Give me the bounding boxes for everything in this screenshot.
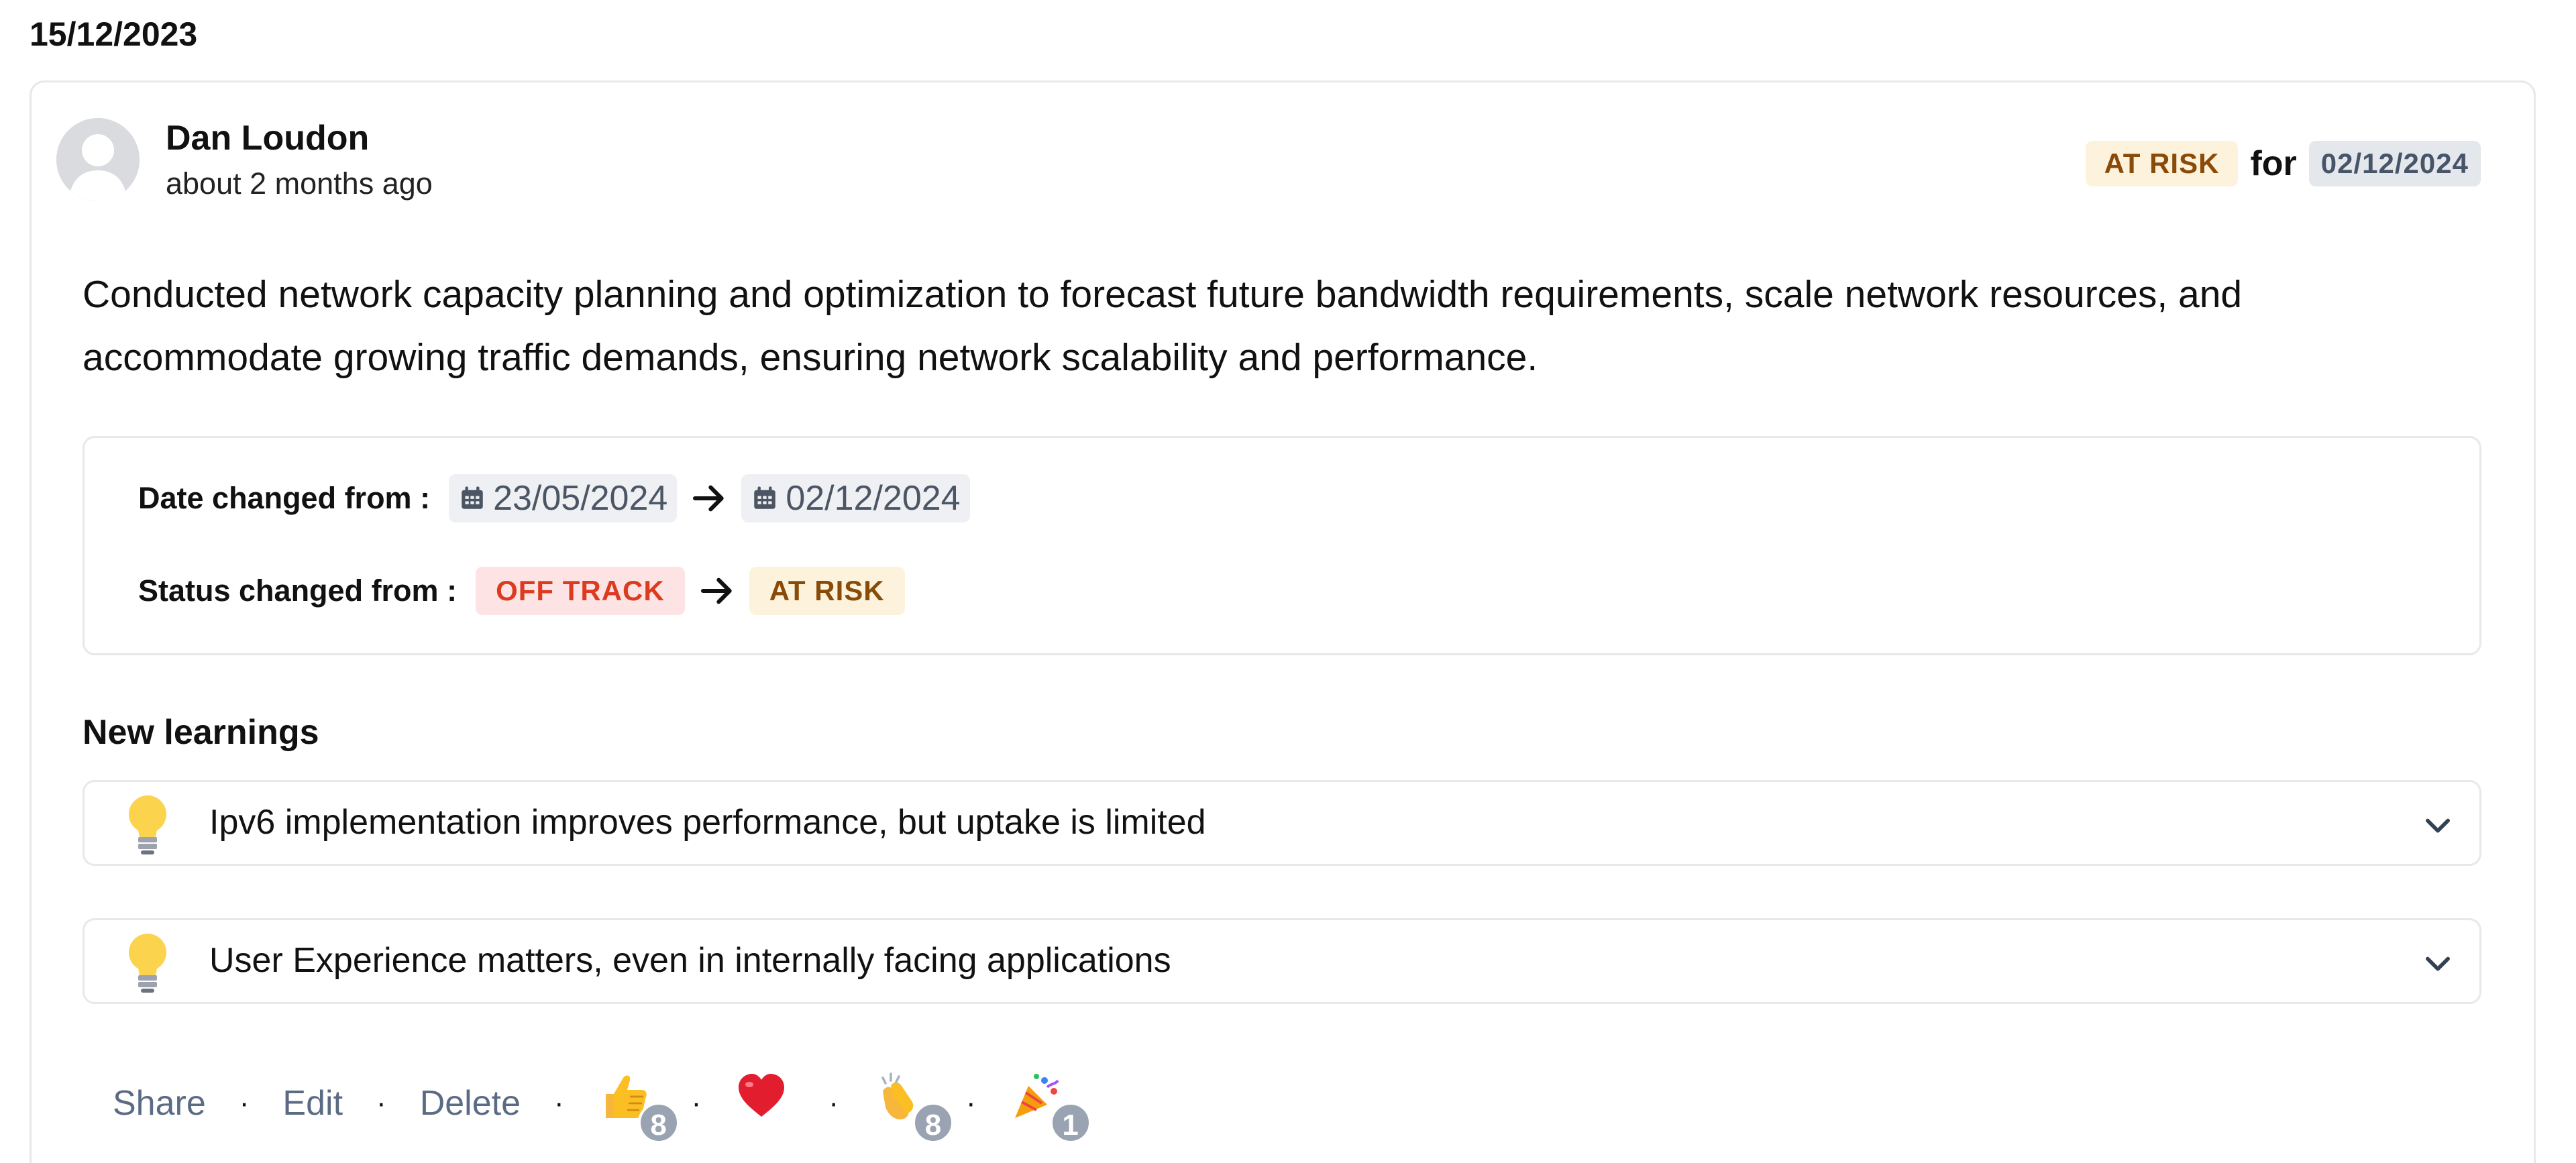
party-reaction[interactable]: 1 xyxy=(1010,1070,1091,1144)
status-change-row: Status changed from : OFF TRACK AT RISK xyxy=(138,567,905,615)
heart-reaction[interactable] xyxy=(735,1070,795,1137)
new-date: 02/12/2024 xyxy=(786,479,961,518)
separator: · xyxy=(239,1087,250,1119)
author-name[interactable]: Dan Loudon xyxy=(166,118,369,158)
reaction-count: 8 xyxy=(637,1102,680,1144)
calendar-icon xyxy=(754,486,776,509)
learning-item[interactable]: Ipv6 implementation improves performance… xyxy=(83,780,2481,866)
old-date-chip: 23/05/2024 xyxy=(449,474,678,522)
clapping-reaction[interactable]: 8 xyxy=(872,1070,954,1144)
edit-button[interactable]: Edit xyxy=(282,1083,343,1123)
calendar-icon xyxy=(462,486,483,509)
learning-text: User Experience matters, even in interna… xyxy=(209,941,1171,980)
learning-text: Ipv6 implementation improves performance… xyxy=(209,803,1206,842)
thumbs-up-reaction[interactable]: 8 xyxy=(598,1070,680,1144)
lightbulb-icon xyxy=(129,795,166,854)
new-date-chip: 02/12/2024 xyxy=(741,474,970,522)
action-bar: Share · Edit · Delete · 8 · · 8 · 1 xyxy=(113,1066,1091,1144)
status-badge: AT RISK xyxy=(2085,141,2239,186)
date-heading: 15/12/2023 xyxy=(30,15,198,53)
share-button[interactable]: Share xyxy=(113,1083,206,1123)
chevron-down-icon[interactable] xyxy=(2420,946,2455,981)
delete-button[interactable]: Delete xyxy=(420,1083,521,1123)
old-status-badge: OFF TRACK xyxy=(476,567,685,615)
status-change-label: Status changed from : xyxy=(138,573,458,608)
reaction-count: 1 xyxy=(1049,1102,1091,1144)
arrow-right-icon xyxy=(700,577,732,604)
learning-item[interactable]: User Experience matters, even in interna… xyxy=(83,918,2481,1004)
date-change-label: Date changed from : xyxy=(138,481,431,515)
new-status-badge: AT RISK xyxy=(749,567,905,615)
post-time: about 2 months ago xyxy=(166,166,433,201)
separator: · xyxy=(828,1087,839,1119)
target-date-badge: 02/12/2024 xyxy=(2308,141,2481,186)
for-label: for xyxy=(2250,144,2297,183)
reaction-count: 8 xyxy=(912,1102,954,1144)
separator: · xyxy=(376,1087,386,1119)
update-description: Conducted network capacity planning and … xyxy=(83,273,2243,379)
status-line: AT RISK for 02/12/2024 xyxy=(2085,141,2481,186)
separator: · xyxy=(965,1087,976,1119)
separator: · xyxy=(691,1087,702,1119)
chevron-down-icon[interactable] xyxy=(2420,808,2455,842)
lightbulb-icon xyxy=(129,934,166,993)
heart-icon xyxy=(739,1074,785,1117)
changes-panel: Date changed from : 23/05/2024 02/12/202… xyxy=(83,436,2481,655)
arrow-right-icon xyxy=(693,485,724,512)
old-date: 23/05/2024 xyxy=(493,479,668,518)
date-change-row: Date changed from : 23/05/2024 02/12/202… xyxy=(138,474,970,522)
user-avatar-icon xyxy=(56,118,140,201)
learnings-title: New learnings xyxy=(83,713,319,752)
separator: · xyxy=(554,1087,564,1119)
avatar[interactable] xyxy=(56,118,140,201)
